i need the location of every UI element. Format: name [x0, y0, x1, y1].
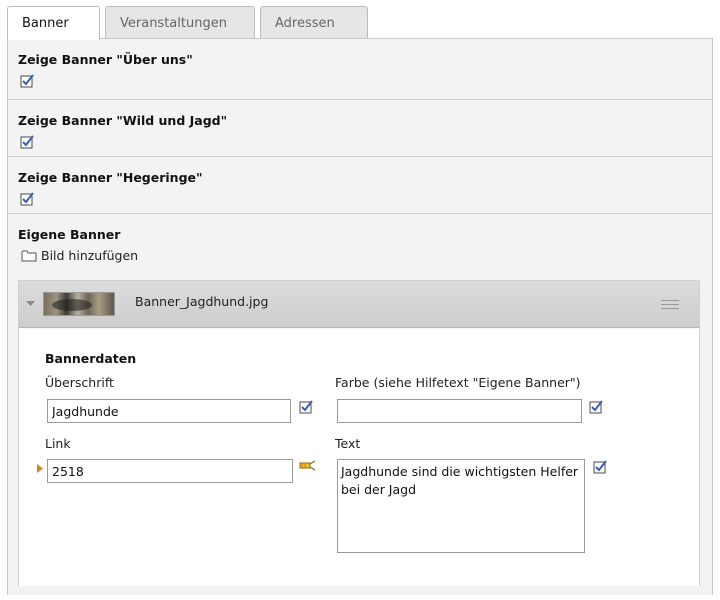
checkbox-checked-icon[interactable]: [593, 460, 607, 474]
add-image-button[interactable]: Bild hinzufügen: [21, 248, 138, 263]
farbe-label: Farbe (siehe Hilfetext "Eigene Banner"): [335, 375, 581, 390]
checkbox-checked-icon: [20, 191, 34, 205]
field-marker-icon: [37, 464, 43, 473]
checkbox-checked-icon: [20, 73, 34, 87]
checkbox-checked-icon: [20, 134, 34, 148]
section-hegeringe: Zeige Banner "Hegeringe": [8, 157, 712, 214]
tab-veranstaltungen[interactable]: Veranstaltungen: [105, 6, 255, 39]
farbe-input[interactable]: [337, 399, 582, 423]
tab-adressen[interactable]: Adressen: [260, 6, 368, 39]
ueberschrift-input[interactable]: [47, 399, 291, 423]
text-textarea[interactable]: Jagdhunde sind die wichtigsten Helfer be…: [337, 459, 585, 553]
bannerdaten-heading: Bannerdaten: [45, 351, 137, 366]
section-title-hegeringe: Zeige Banner "Hegeringe": [18, 170, 203, 185]
caret-down-icon[interactable]: [26, 301, 35, 307]
banner-item: Banner_Jagdhund.jpg Bannerdaten Überschr…: [18, 280, 700, 586]
link-label: Link: [45, 436, 71, 451]
drag-handle-icon[interactable]: [661, 300, 679, 310]
banner-item-header[interactable]: Banner_Jagdhund.jpg: [19, 281, 699, 328]
checkbox-wild-und-jagd[interactable]: [20, 134, 34, 149]
checkbox-checked-icon[interactable]: [589, 400, 603, 414]
section-wild-und-jagd: Zeige Banner "Wild und Jagd": [8, 100, 712, 157]
section-title-eigene-banner: Eigene Banner: [18, 227, 121, 242]
section-eigene-banner: Eigene Banner Bild hinzufügen Banner_Jag…: [8, 214, 712, 595]
section-title-wild-und-jagd: Zeige Banner "Wild und Jagd": [18, 113, 228, 128]
tab-bar: Banner Veranstaltungen Adressen: [7, 6, 373, 40]
link-wizard-icon[interactable]: [299, 459, 317, 473]
section-ueber-uns: Zeige Banner "Über uns": [8, 39, 712, 100]
banner-thumbnail: [43, 292, 115, 316]
link-input[interactable]: [47, 459, 293, 483]
ueberschrift-label: Überschrift: [45, 375, 114, 390]
add-image-label: Bild hinzufügen: [41, 248, 139, 263]
folder-icon: [21, 250, 37, 262]
banner-panel: Zeige Banner "Über uns" Zeige Banner "Wi…: [7, 38, 713, 595]
banner-filename: Banner_Jagdhund.jpg: [135, 294, 269, 309]
section-title-ueber-uns: Zeige Banner "Über uns": [18, 52, 193, 67]
checkbox-hegeringe[interactable]: [20, 191, 34, 206]
checkbox-ueber-uns[interactable]: [20, 73, 34, 88]
tab-banner[interactable]: Banner: [7, 6, 100, 40]
text-label: Text: [335, 436, 361, 451]
checkbox-checked-icon[interactable]: [299, 400, 313, 414]
banner-item-body: Bannerdaten Überschrift Farbe (siehe Hil…: [19, 329, 699, 586]
